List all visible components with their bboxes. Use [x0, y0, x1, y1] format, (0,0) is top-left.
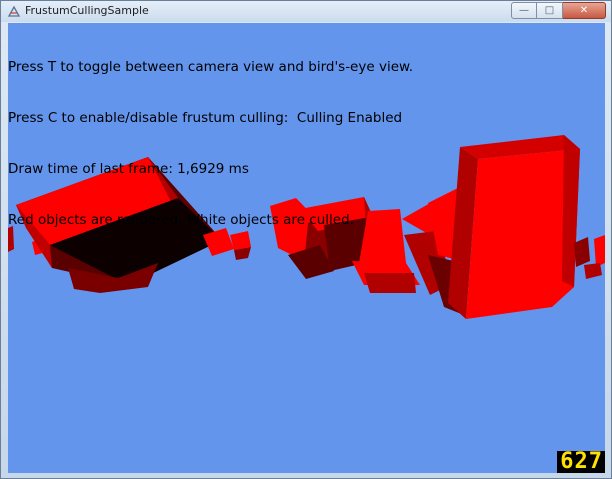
cube-object — [574, 235, 605, 279]
app-icon — [7, 5, 21, 17]
maximize-button[interactable]: □ — [537, 2, 563, 19]
hud-line: Red objects are rendered. White objects … — [8, 212, 354, 228]
close-icon: ✕ — [579, 5, 589, 16]
maximize-icon: □ — [544, 5, 555, 16]
minimize-icon: — — [519, 5, 529, 16]
render-viewport[interactable]: Press T to toggle between camera view an… — [8, 23, 605, 473]
close-button[interactable]: ✕ — [563, 2, 606, 19]
fps-counter: 627 — [557, 451, 605, 473]
caption-buttons: — □ ✕ — [511, 2, 606, 20]
app-window: FrustumCullingSample — □ ✕ Press T to to… — [0, 0, 612, 479]
minimize-button[interactable]: — — [511, 2, 537, 19]
hud-line: Draw time of last frame: 1,6929 ms — [8, 161, 249, 177]
hud-line: Press C to enable/disable frustum cullin… — [8, 110, 403, 126]
window-title: FrustumCullingSample — [25, 4, 149, 17]
cube-object — [448, 135, 580, 319]
title-bar[interactable]: FrustumCullingSample — □ ✕ — [1, 1, 611, 22]
hud-line: Press T to toggle between camera view an… — [8, 59, 414, 75]
hud-text: Press T to toggle between camera view an… — [8, 25, 413, 263]
